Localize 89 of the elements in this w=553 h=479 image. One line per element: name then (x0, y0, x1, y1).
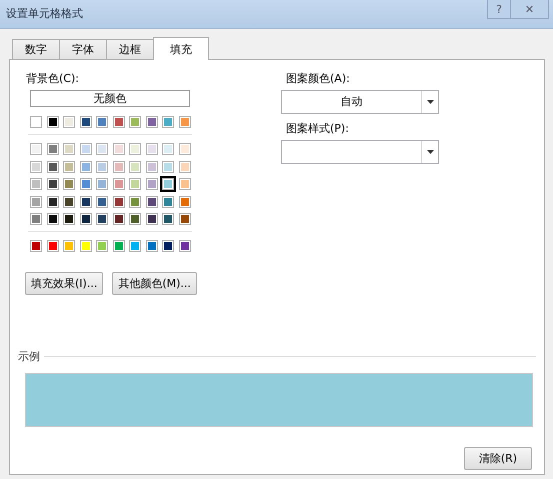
color-swatch[interactable] (44, 176, 60, 192)
color-swatch[interactable] (127, 194, 143, 210)
color-swatch[interactable] (28, 141, 44, 157)
sample-label: 示例 (18, 349, 44, 364)
tab[interactable]: 边框 (106, 39, 154, 59)
tab[interactable]: 字体 (59, 39, 107, 59)
color-swatch[interactable] (127, 114, 143, 130)
pattern-color-dropdown[interactable]: 自动 (281, 90, 439, 114)
color-swatch[interactable] (28, 176, 44, 192)
color-swatch[interactable] (61, 194, 77, 210)
color-swatch[interactable] (28, 238, 44, 254)
tab[interactable]: 填充 (153, 37, 209, 60)
pattern-color-label: 图案颜色(A): (285, 71, 351, 87)
help-button[interactable]: ? (487, 0, 511, 19)
color-swatch[interactable] (127, 176, 143, 192)
color-swatch[interactable] (78, 176, 94, 192)
color-swatch[interactable] (127, 141, 143, 157)
color-swatch[interactable] (144, 211, 160, 227)
color-swatch[interactable] (44, 141, 60, 157)
color-swatch[interactable] (160, 158, 176, 174)
color-swatch[interactable] (78, 211, 94, 227)
color-swatch[interactable] (94, 211, 110, 227)
color-swatch[interactable] (176, 158, 192, 174)
color-swatch[interactable] (44, 114, 60, 130)
color-swatch[interactable] (78, 158, 94, 174)
color-swatch[interactable] (28, 211, 44, 227)
dropdown-arrow-icon (426, 150, 434, 154)
color-swatch[interactable] (28, 158, 44, 174)
background-color-label: 背景色(C): (25, 71, 80, 87)
window-title: 设置单元格格式 (5, 6, 84, 21)
color-swatch[interactable] (110, 211, 126, 227)
color-swatch[interactable] (110, 114, 126, 130)
color-swatch[interactable] (61, 211, 77, 227)
color-swatch[interactable] (127, 238, 143, 254)
color-swatch[interactable] (110, 194, 126, 210)
color-swatch[interactable] (160, 194, 176, 210)
color-swatch[interactable] (61, 176, 77, 192)
color-swatch[interactable] (78, 114, 94, 130)
color-swatch[interactable] (144, 158, 160, 174)
color-swatch[interactable] (127, 211, 143, 227)
color-swatch[interactable] (61, 114, 77, 130)
clear-button[interactable]: 清除(R) (464, 447, 532, 470)
color-swatch[interactable] (160, 114, 176, 130)
color-swatch[interactable] (44, 194, 60, 210)
color-swatch[interactable] (28, 114, 44, 130)
tab[interactable]: 数字 (12, 39, 60, 59)
color-swatch[interactable] (94, 238, 110, 254)
pattern-style-dropdown[interactable] (281, 140, 439, 164)
color-swatch[interactable] (94, 141, 110, 157)
color-swatch[interactable] (110, 238, 126, 254)
color-swatch[interactable] (176, 238, 192, 254)
color-swatch[interactable] (144, 141, 160, 157)
color-swatch[interactable] (94, 158, 110, 174)
dropdown-arrow-icon (426, 100, 434, 104)
color-swatch[interactable] (61, 141, 77, 157)
color-swatch[interactable] (144, 114, 160, 130)
color-swatch[interactable] (44, 238, 60, 254)
color-swatch[interactable] (28, 194, 44, 210)
color-swatch[interactable] (176, 176, 192, 192)
close-button[interactable]: ✕ (511, 0, 549, 19)
color-swatch[interactable] (44, 211, 60, 227)
color-swatch[interactable] (176, 194, 192, 210)
color-swatch[interactable] (160, 176, 176, 192)
color-swatch[interactable] (176, 211, 192, 227)
color-swatch[interactable] (78, 141, 94, 157)
color-swatch[interactable] (61, 238, 77, 254)
no-color-button[interactable]: 无颜色 (30, 90, 190, 107)
color-swatch[interactable] (176, 141, 192, 157)
color-swatch[interactable] (160, 141, 176, 157)
more-colors-button[interactable]: 其他颜色(M)... (112, 272, 197, 295)
color-swatch[interactable] (176, 114, 192, 130)
color-swatch[interactable] (144, 238, 160, 254)
color-swatch[interactable] (94, 176, 110, 192)
color-swatch[interactable] (94, 194, 110, 210)
color-swatch[interactable] (61, 158, 77, 174)
color-swatch[interactable] (110, 141, 126, 157)
color-swatch[interactable] (44, 158, 60, 174)
color-swatch[interactable] (110, 158, 126, 174)
color-swatch[interactable] (94, 114, 110, 130)
color-swatch[interactable] (110, 176, 126, 192)
color-swatch[interactable] (78, 194, 94, 210)
color-swatch[interactable] (78, 238, 94, 254)
pattern-style-label: 图案样式(P): (285, 121, 350, 137)
fill-effects-button[interactable]: 填充效果(I)... (25, 272, 104, 295)
color-swatch[interactable] (160, 211, 176, 227)
color-swatch[interactable] (144, 176, 160, 192)
color-swatch[interactable] (160, 238, 176, 254)
color-swatch[interactable] (127, 158, 143, 174)
color-swatch[interactable] (144, 194, 160, 210)
